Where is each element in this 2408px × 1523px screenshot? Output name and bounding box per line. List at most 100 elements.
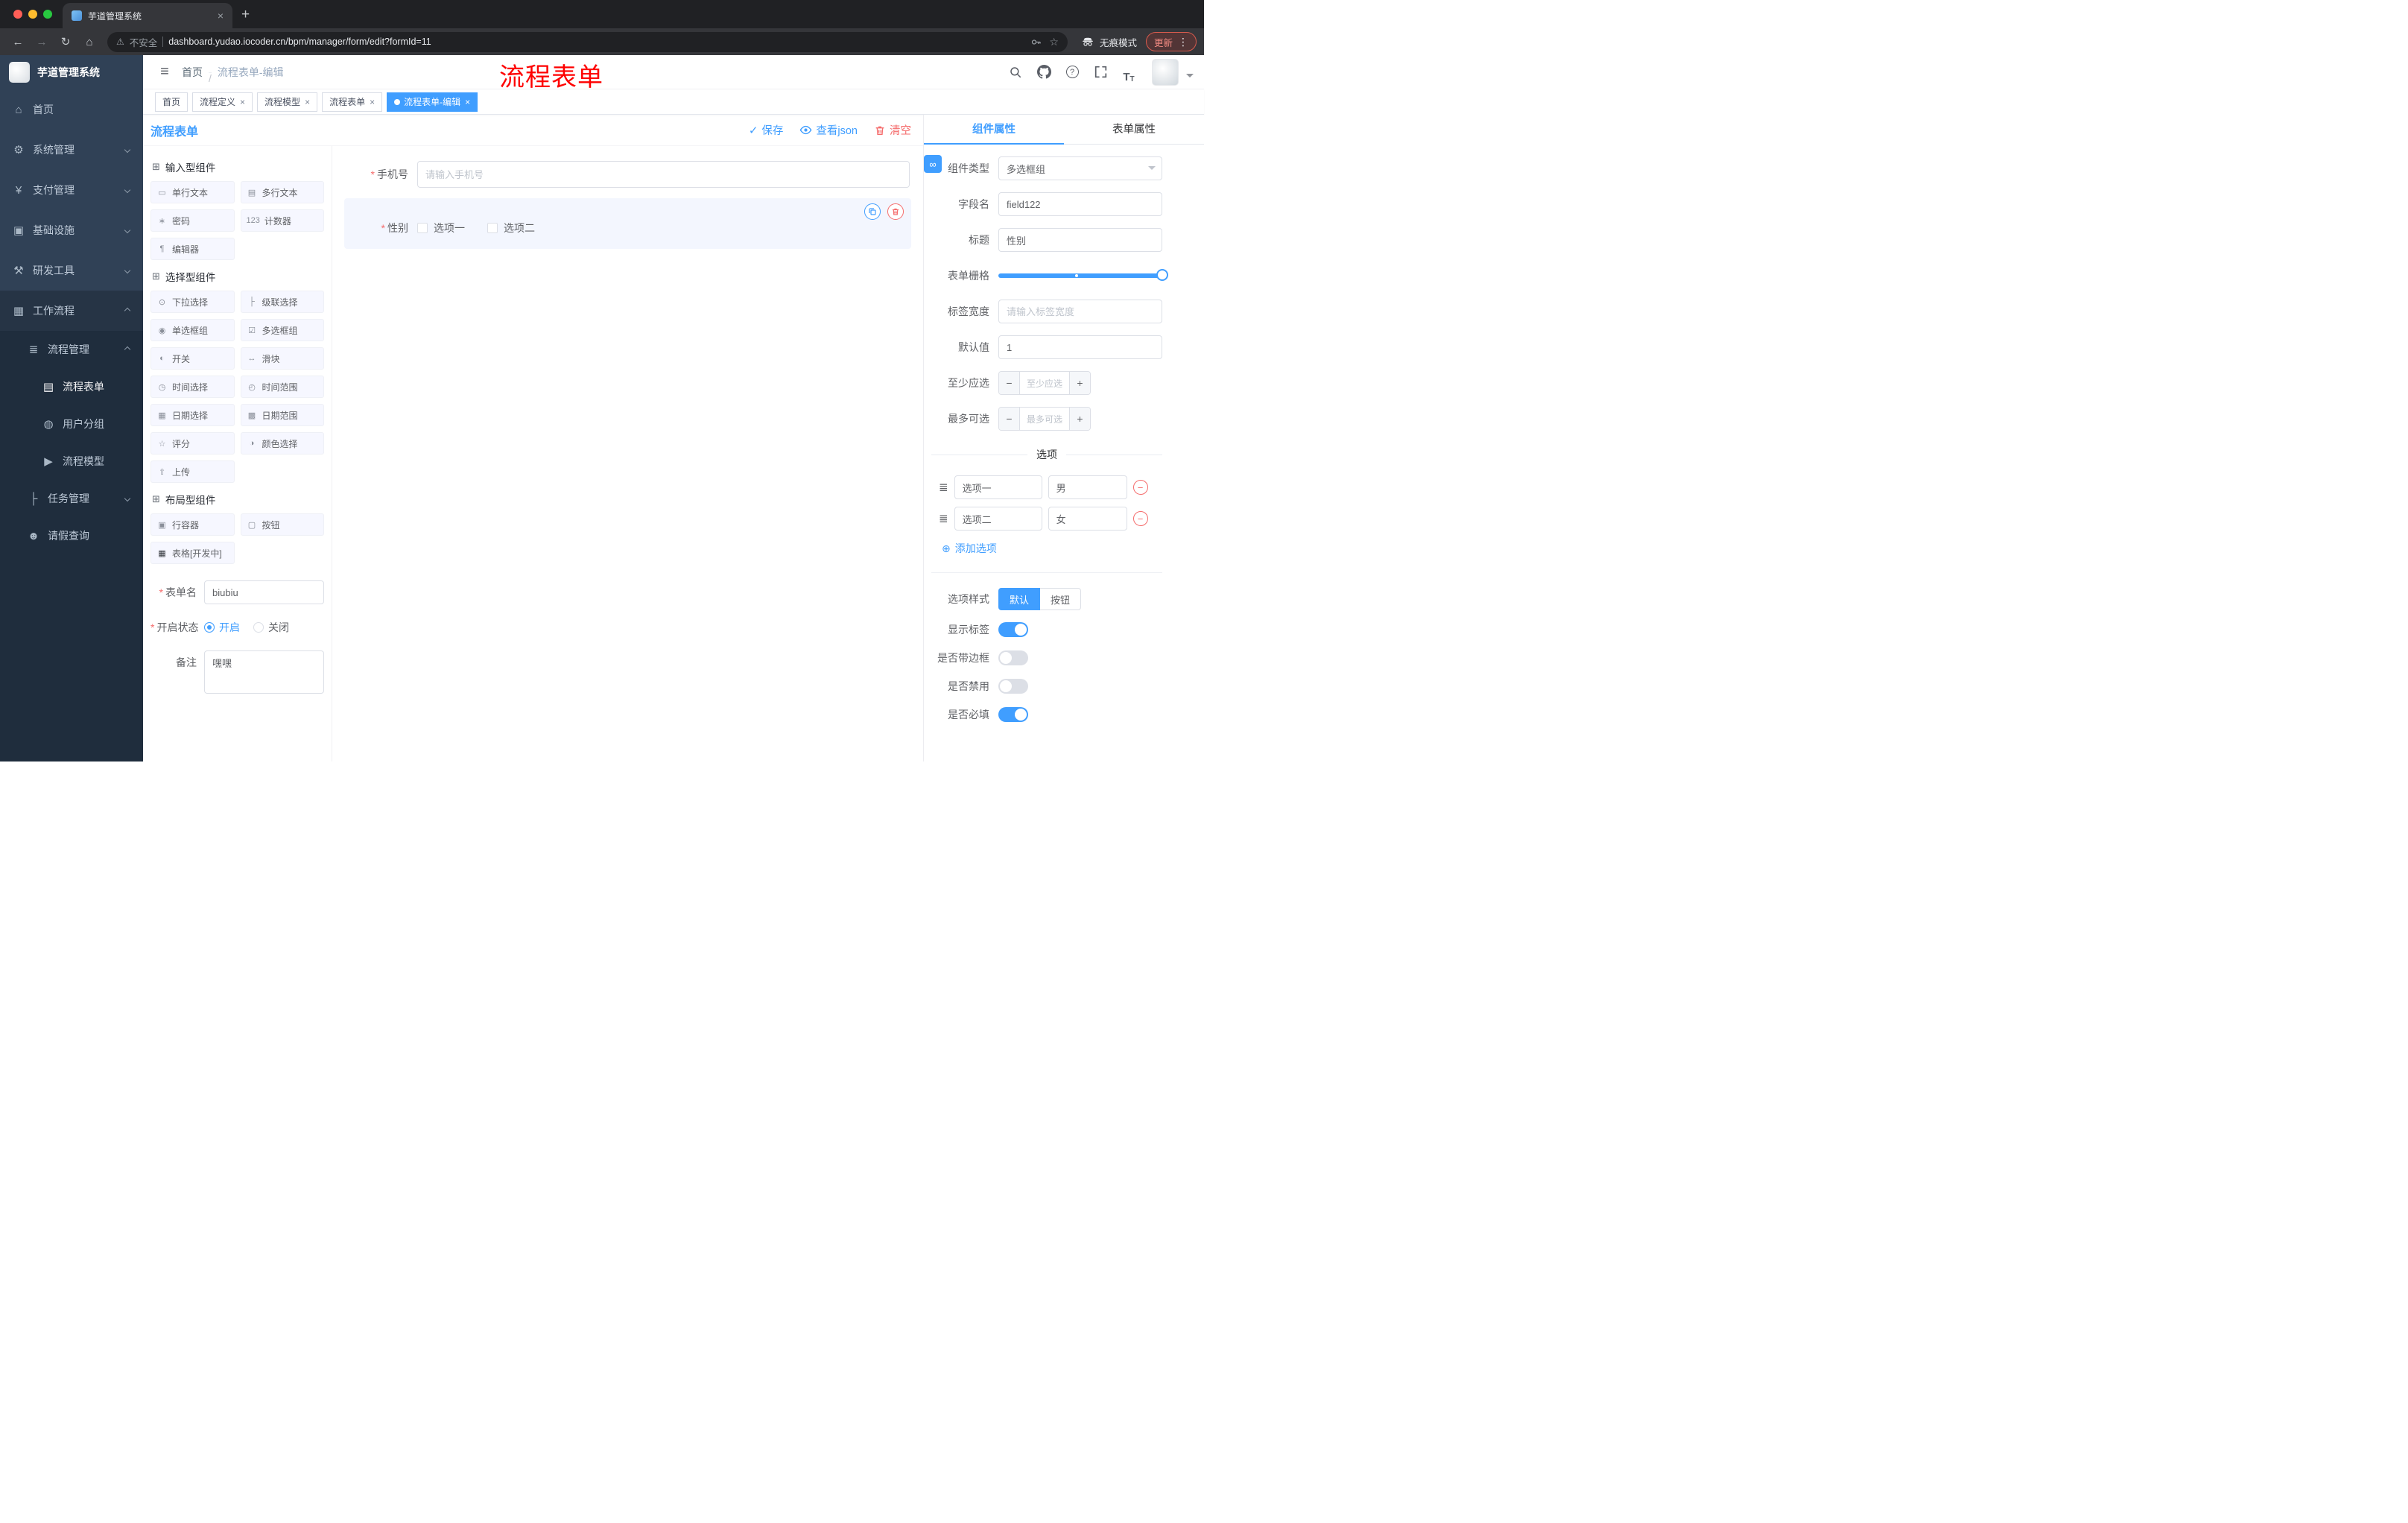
field-name-input[interactable] (998, 192, 1162, 216)
url-text[interactable]: dashboard.yudao.iocoder.cn/bpm/manager/f… (168, 37, 1025, 47)
option-name-input[interactable] (954, 507, 1042, 531)
help-icon[interactable]: ? (1061, 61, 1083, 83)
sidebar-item-payment[interactable]: ¥ 支付管理 (0, 170, 143, 210)
component-switch[interactable]: ◐ 开关 (150, 347, 235, 370)
option-value-input[interactable] (1048, 507, 1127, 531)
tag-process-model[interactable]: 流程模型 × (257, 92, 318, 112)
component-editor[interactable]: ¶ 编辑器 (150, 238, 235, 260)
component-slider[interactable]: ↔ 滑块 (240, 347, 324, 370)
tab-form-props[interactable]: 表单属性 (1064, 115, 1204, 144)
avatar-caret-icon[interactable] (1186, 73, 1194, 81)
style-button-button[interactable]: 按钮 (1040, 588, 1082, 610)
component-upload[interactable]: ⇧ 上传 (150, 460, 235, 483)
tab-close-icon[interactable]: × (218, 10, 224, 22)
tag-close-icon[interactable]: × (240, 97, 245, 107)
tag-close-icon[interactable]: × (370, 97, 375, 107)
component-password[interactable]: ∗ 密码 (150, 209, 235, 232)
delete-button[interactable] (887, 203, 904, 220)
sidebar-item-process-form[interactable]: ▤ 流程表单 (0, 368, 143, 405)
default-value-input[interactable] (998, 335, 1162, 359)
update-button[interactable]: 更新 ⋮ (1145, 32, 1197, 51)
sidebar-item-system[interactable]: ⚙ 系统管理 (0, 130, 143, 170)
phone-input[interactable] (417, 161, 910, 188)
sidebar-item-home[interactable]: ⌂ 首页 (0, 89, 143, 130)
decrement-button[interactable]: − (999, 408, 1020, 430)
form-canvas[interactable]: 手机号 (332, 146, 923, 762)
tag-process-form-edit[interactable]: 流程表单-编辑 × (387, 92, 478, 112)
reload-icon[interactable]: ↻ (55, 31, 76, 52)
sidebar-item-process-mgmt[interactable]: ≣ 流程管理 (0, 331, 143, 368)
window-zoom-button[interactable] (43, 10, 52, 19)
key-icon[interactable] (1030, 37, 1042, 48)
forward-icon[interactable]: → (31, 31, 52, 52)
component-select[interactable]: ⊙ 下拉选择 (150, 291, 235, 313)
window-minimize-button[interactable] (28, 10, 37, 19)
sidebar-item-process-model[interactable]: ▶ 流程模型 (0, 443, 143, 480)
component-date-range[interactable]: ▩ 日期范围 (240, 404, 324, 426)
window-close-button[interactable] (13, 10, 22, 19)
slider-handle[interactable] (1156, 269, 1168, 281)
copy-button[interactable] (864, 203, 881, 220)
option-value-input[interactable] (1048, 475, 1127, 499)
component-color-picker[interactable]: ◑ 颜色选择 (240, 432, 324, 455)
border-toggle[interactable] (998, 650, 1028, 665)
tab-component-props[interactable]: 组件属性 (924, 115, 1064, 145)
component-time-picker[interactable]: ◷ 时间选择 (150, 376, 235, 398)
tag-process-form[interactable]: 流程表单 × (322, 92, 383, 112)
tag-close-icon[interactable]: × (465, 97, 470, 107)
link-icon[interactable]: ∞ (924, 155, 942, 173)
required-toggle[interactable] (998, 707, 1028, 722)
component-checkbox-group[interactable]: ☑ 多选框组 (240, 319, 324, 341)
hamburger-icon[interactable]: ≡ (153, 63, 176, 80)
fullscreen-icon[interactable] (1089, 61, 1112, 83)
component-rate[interactable]: ☆ 评分 (150, 432, 235, 455)
drag-handle-icon[interactable]: ≣ (939, 512, 948, 525)
option-name-input[interactable] (954, 475, 1042, 499)
component-radio-group[interactable]: ◉ 单选框组 (150, 319, 235, 341)
sidebar-item-devtools[interactable]: ⚒ 研发工具 (0, 250, 143, 291)
new-tab-button[interactable]: + (232, 7, 259, 28)
checkbox-option-2[interactable]: 选项二 (487, 221, 535, 235)
form-remark-input[interactable]: 嘿嘿 (204, 650, 324, 694)
search-icon[interactable] (1004, 61, 1027, 83)
title-input[interactable] (998, 228, 1162, 252)
drag-handle-icon[interactable]: ≣ (939, 481, 948, 494)
radio-open[interactable]: 开启 (204, 620, 240, 635)
save-button[interactable]: ✓ 保存 (749, 122, 784, 138)
sidebar-item-leave-query[interactable]: ☻ 请假查询 (0, 517, 143, 554)
form-name-input[interactable] (204, 580, 324, 604)
remove-option-button[interactable]: − (1132, 480, 1148, 495)
browser-tab[interactable]: 芋道管理系统 × (63, 3, 232, 28)
sidebar-item-workflow[interactable]: ▦ 工作流程 (0, 291, 143, 331)
sidebar-item-user-group[interactable]: ◍ 用户分组 (0, 405, 143, 443)
sidebar-item-task-mgmt[interactable]: ├ 任务管理 (0, 480, 143, 517)
component-table[interactable]: ▦ 表格[开发中] (150, 542, 235, 564)
component-row-container[interactable]: ▣ 行容器 (150, 513, 235, 536)
component-multi-text[interactable]: ▤ 多行文本 (240, 181, 324, 203)
browser-home-icon[interactable]: ⌂ (79, 31, 100, 52)
decrement-button[interactable]: − (999, 372, 1020, 394)
slider-track[interactable] (998, 269, 1168, 281)
min-select-placeholder[interactable]: 至少应选 (1020, 372, 1069, 394)
breadcrumb-home[interactable]: 首页 (182, 65, 203, 80)
component-counter[interactable]: 123 计数器 (240, 209, 324, 232)
bookmark-star-icon[interactable]: ☆ (1049, 36, 1059, 48)
browser-menu-icon[interactable]: ⋮ (1178, 36, 1188, 48)
tag-process-definition[interactable]: 流程定义 × (192, 92, 253, 112)
component-date-picker[interactable]: ▦ 日期选择 (150, 404, 235, 426)
component-type-select[interactable] (998, 156, 1162, 180)
sidebar-item-infrastructure[interactable]: ▣ 基础设施 (0, 210, 143, 250)
clear-button[interactable]: 清空 (874, 122, 911, 138)
add-option-button[interactable]: ⊕ 添加选项 (942, 541, 1162, 556)
disabled-toggle[interactable] (998, 679, 1028, 694)
view-json-button[interactable]: 查看json (799, 122, 858, 138)
phone-field-row[interactable]: 手机号 (344, 156, 911, 192)
increment-button[interactable]: + (1069, 372, 1090, 394)
show-label-toggle[interactable] (998, 622, 1028, 637)
component-single-text[interactable]: ▭ 单行文本 (150, 181, 235, 203)
security-label[interactable]: 不安全 (130, 35, 158, 49)
component-type-value[interactable] (998, 156, 1162, 180)
address-bar[interactable]: ⚠ 不安全 dashboard.yudao.iocoder.cn/bpm/man… (107, 31, 1068, 52)
grid-slider[interactable] (998, 264, 1168, 288)
component-time-range[interactable]: ◴ 时间范围 (240, 376, 324, 398)
